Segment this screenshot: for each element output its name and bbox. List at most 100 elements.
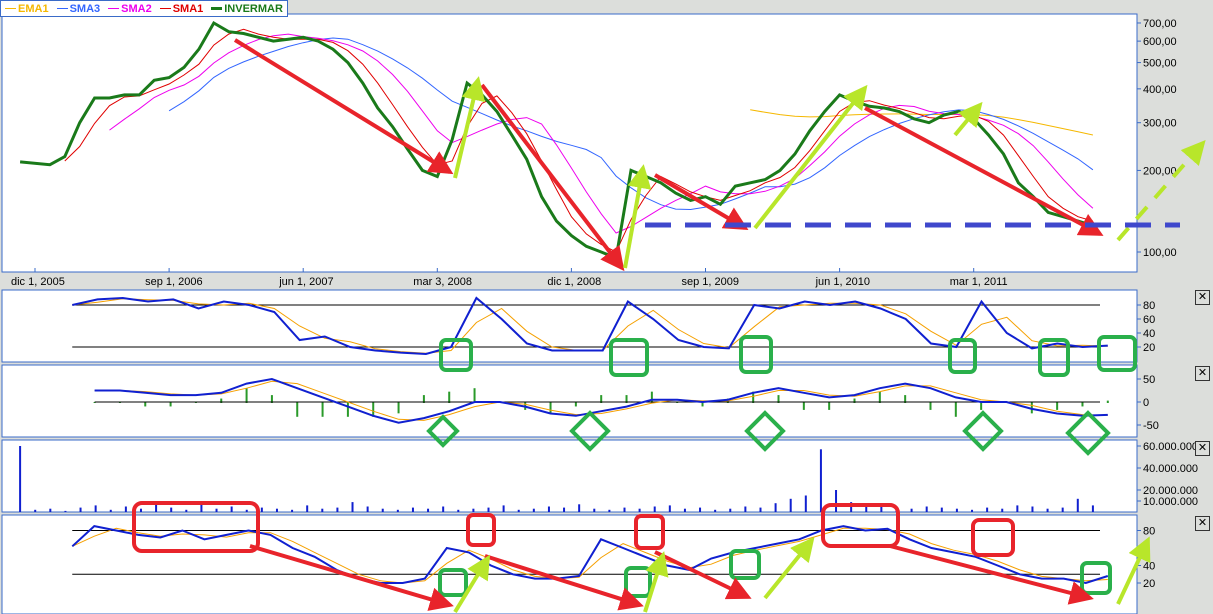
- histogram-bar: [1081, 402, 1084, 407]
- x-tick-label: jun 1, 2010: [815, 276, 870, 288]
- volume-bar: [155, 504, 158, 512]
- histogram-bar: [650, 391, 653, 403]
- volume-bar: [835, 490, 838, 512]
- volume-bar: [321, 508, 324, 512]
- volume-bar: [427, 508, 430, 512]
- y-tick-label: 60: [1143, 314, 1155, 326]
- histogram-bar: [144, 402, 147, 407]
- volume-bar: [351, 502, 354, 512]
- volume-bar: [653, 506, 656, 512]
- volume-bar: [547, 506, 550, 512]
- y-tick-label: 10.000.000: [1143, 496, 1198, 508]
- chart-canvas: dic 1, 2005 sep 1, 2006 jun 1, 2007 mar 3, …: [1, 13, 1206, 614]
- volume-bar: [19, 446, 22, 512]
- volume-bar: [64, 510, 67, 512]
- volume-bar: [94, 505, 97, 512]
- volume-bar: [729, 508, 732, 512]
- volume-bar: [578, 504, 581, 512]
- volume-bar: [638, 508, 641, 512]
- legend-label: SMA3: [69, 2, 101, 15]
- histogram-bar: [980, 402, 983, 410]
- close-macd-panel-button[interactable]: ✕: [1195, 366, 1210, 381]
- volume-bar: [714, 509, 717, 512]
- y-tick-label: 20: [1143, 342, 1155, 354]
- volume-bar: [396, 509, 399, 512]
- x-tick-label: mar 3, 2008: [413, 276, 472, 288]
- y-tick-label: 50: [1143, 374, 1155, 386]
- volume-bar: [124, 506, 127, 512]
- volume-bar: [306, 505, 309, 512]
- volume-bar: [774, 503, 777, 512]
- chart-window: dic 1, 2005 sep 1, 2006 jun 1, 2007 mar 3, …: [0, 0, 1213, 614]
- volume-bar: [789, 498, 792, 512]
- volume-bar: [79, 507, 82, 512]
- volume-bar: [457, 509, 460, 512]
- volume-bar: [1001, 508, 1004, 512]
- legend-item-sma2: SMA2: [108, 3, 152, 15]
- volume-bar: [925, 506, 928, 512]
- y-tick-label: 300,00: [1143, 118, 1177, 130]
- volume-bar: [472, 508, 475, 512]
- volume-bar: [1091, 505, 1094, 512]
- histogram-bar: [574, 402, 577, 407]
- legend-item-ema1: EMA1: [5, 3, 49, 15]
- volume-bar: [804, 495, 807, 512]
- legend-item-sma3: SMA3: [56, 2, 101, 15]
- y-tick-label: 400,00: [1143, 84, 1177, 96]
- histogram-bar: [346, 402, 349, 417]
- volume-bar: [215, 508, 218, 512]
- close-rsi-panel-button[interactable]: ✕: [1195, 516, 1210, 531]
- y-tick-label: 700,00: [1143, 18, 1177, 30]
- volume-bar: [1046, 508, 1049, 512]
- histogram-bar: [929, 402, 932, 410]
- legend-item-invermar: INVERMAR: [211, 3, 283, 15]
- histogram-bar: [296, 402, 299, 417]
- legend-label: SMA2: [121, 2, 152, 15]
- y-tick-label: 20: [1143, 578, 1155, 590]
- volume-bar: [683, 508, 686, 512]
- volume-bar: [1076, 498, 1079, 512]
- histogram-bar: [1106, 400, 1109, 403]
- volume-bar: [668, 505, 671, 512]
- x-tick-label: dic 1, 2008: [547, 276, 601, 288]
- volume-bar: [759, 507, 762, 512]
- histogram-bar: [245, 388, 248, 403]
- histogram-bar: [1030, 402, 1033, 414]
- legend-label: SMA1: [172, 2, 204, 15]
- y-tick-label: 600,00: [1143, 36, 1177, 48]
- y-tick-label: -50: [1143, 420, 1159, 432]
- volume-bar: [986, 507, 989, 512]
- volume-bar: [291, 509, 294, 512]
- volume-bar: [230, 506, 233, 512]
- volume-bar: [411, 507, 414, 512]
- x-tick-label: mar 1, 2011: [950, 276, 1008, 288]
- volume-bar: [502, 505, 505, 512]
- volume-bar: [563, 507, 566, 512]
- volume-bar: [381, 508, 384, 512]
- y-tick-label: 40.000.000: [1143, 463, 1198, 475]
- volume-bar: [608, 509, 611, 512]
- histogram-bar: [828, 402, 831, 410]
- x-tick-label: sep 1, 2006: [145, 276, 203, 288]
- y-tick-label: 80: [1143, 526, 1155, 538]
- x-tick-label: dic 1, 2005: [11, 276, 65, 288]
- x-tick-label: jun 1, 2007: [278, 276, 333, 288]
- volume-bar: [34, 509, 37, 512]
- volume-bar: [1016, 505, 1019, 512]
- histogram-bar: [1056, 402, 1059, 410]
- volume-bar: [940, 507, 943, 512]
- y-tick-label: 60.000.000: [1143, 441, 1198, 453]
- histogram-bar: [397, 402, 400, 414]
- volume-bar: [699, 507, 702, 512]
- histogram-bar: [321, 402, 324, 417]
- close-volume-panel-button[interactable]: ✕: [1195, 441, 1210, 456]
- volume-bar: [532, 508, 535, 512]
- y-tick-label: 200,00: [1143, 165, 1177, 177]
- y-tick-label: 40: [1143, 561, 1155, 573]
- volume-bar: [1031, 506, 1034, 512]
- volume-bar: [955, 508, 958, 512]
- y-tick-label: 500,00: [1143, 58, 1177, 70]
- close-oscillator-panel-button[interactable]: ✕: [1195, 290, 1210, 305]
- x-tick-label: sep 1, 2009: [682, 276, 740, 288]
- volume-bar: [49, 508, 52, 512]
